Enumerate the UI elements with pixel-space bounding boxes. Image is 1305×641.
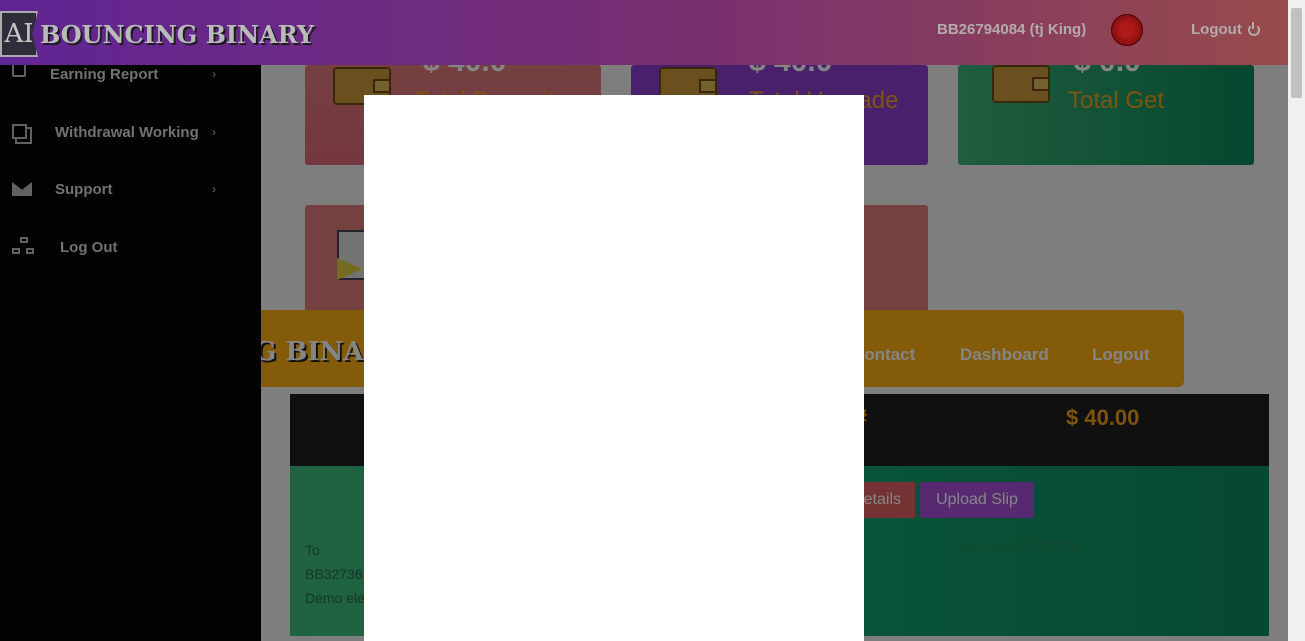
logo-text: BOUNCING BINARY [40,19,315,49]
top-header: AI BOUNCING BINARY BB26794084 (tj King) … [0,0,1288,65]
modal-dialog[interactable] [364,95,864,641]
logo-mark: AI [0,11,38,57]
scrollbar-thumb[interactable] [1291,8,1302,98]
avatar[interactable] [1111,14,1143,46]
user-account-label[interactable]: BB26794084 (tj King) [937,21,1086,38]
header-logout-label: Logout [1191,21,1242,38]
header-logo[interactable]: AI BOUNCING BINARY [0,10,314,58]
power-icon [1247,21,1260,36]
header-logout-button[interactable]: Logout [1191,21,1260,38]
